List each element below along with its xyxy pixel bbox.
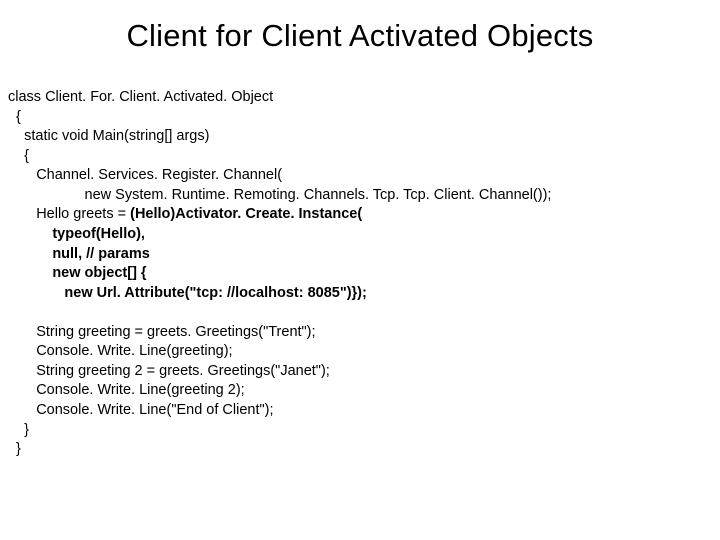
code-gap (8, 304, 12, 320)
code-line: Channel. Services. Register. Channel( (8, 167, 282, 183)
code-line-bold: (Hello)Activator. Create. Instance( (130, 206, 362, 222)
code-line: static void Main(string[] args) (8, 128, 209, 144)
code-line: Console. Write. Line("End of Client"); (8, 402, 274, 418)
code-line-bold: new object[] { (8, 265, 147, 281)
code-line: } (8, 441, 21, 457)
code-line: class Client. For. Client. Activated. Ob… (8, 89, 273, 105)
code-line: Hello greets = (8, 206, 130, 222)
code-line: Console. Write. Line(greeting 2); (8, 382, 245, 398)
slide: Client for Client Activated Objects clas… (0, 18, 720, 540)
code-line: String greeting = greets. Greetings("Tre… (8, 324, 316, 340)
code-line-bold: typeof(Hello), (8, 226, 145, 242)
code-line-bold: new Url. Attribute("tcp: //localhost: 80… (8, 285, 367, 301)
code-line: { (8, 109, 21, 125)
code-line: new System. Runtime. Remoting. Channels.… (8, 187, 551, 203)
slide-title: Client for Client Activated Objects (0, 18, 720, 54)
code-line: { (8, 148, 29, 164)
code-block: class Client. For. Client. Activated. Ob… (0, 88, 720, 460)
code-line-bold: null, // params (8, 246, 150, 262)
code-line: Console. Write. Line(greeting); (8, 343, 233, 359)
code-line: } (8, 422, 29, 438)
code-line: String greeting 2 = greets. Greetings("J… (8, 363, 330, 379)
